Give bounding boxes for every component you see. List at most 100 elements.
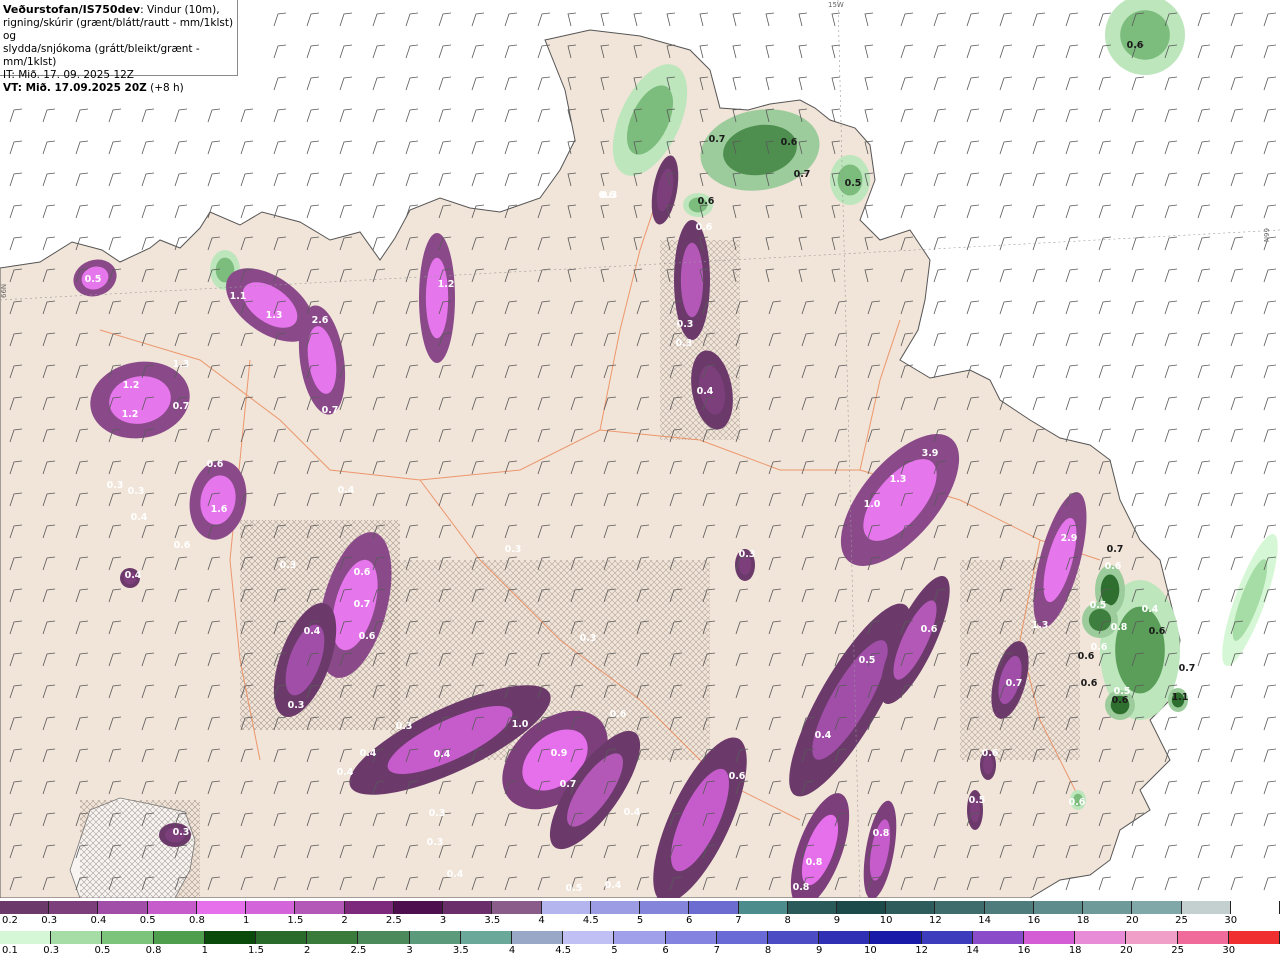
rain-precip-area: [419, 233, 455, 363]
precip-value-label: 0.6: [696, 222, 713, 233]
precip-value-label: 1.2: [123, 380, 140, 391]
precip-value-label: 1.1: [230, 291, 247, 302]
precip-value-label: 0.6: [354, 567, 371, 578]
legend_rain-swatch: [295, 901, 345, 914]
legend_rain-swatch: [492, 901, 542, 914]
legend_rain-swatch: [1132, 901, 1182, 914]
legend_rain-swatch: [886, 901, 936, 914]
legend_rain-label: 5: [636, 915, 644, 926]
map-info-box: Veðurstofan/IS750dev: Vindur (10m), rign…: [0, 0, 238, 94]
precip-value-label: 0.4: [815, 730, 832, 741]
legend_snow-swatch: [460, 931, 513, 944]
legend_snow-label: 30: [1222, 945, 1236, 956]
legend_rain-label: 8: [784, 915, 791, 926]
legend_snow-label: 8: [764, 945, 772, 956]
precip-value-label: 1.2: [438, 279, 455, 290]
legend_rain-swatch: [1230, 901, 1280, 914]
precip-value-label: 0.6: [359, 631, 376, 642]
legend_snow-label: 2: [304, 945, 311, 956]
precip-value-label: 0.5: [969, 795, 986, 806]
legend_snow-label: 18: [1068, 945, 1082, 956]
graticule-label-top: 15W: [828, 1, 844, 9]
weather-map[interactable]: 0.5 1.1 1.3 2.6 0.7 1.2 1.2 1.3 1.2 0.7 0.6 1.6 0.3 0…: [0, 0, 1280, 898]
legend_snow-label: 0.3: [43, 945, 60, 956]
legend_snow-label: 4: [508, 945, 516, 956]
precip-value-label: 0.3: [676, 338, 693, 349]
precip-value-label: 3.9: [922, 448, 939, 459]
legend_rain-swatch: [393, 901, 444, 914]
precip-value-label: 1.6: [211, 504, 228, 515]
legend_snow-swatch: [1024, 931, 1076, 944]
precip-value-label: 0.7: [1179, 663, 1196, 674]
info-line-3: slydda/snjókoma (grátt/bleikt/grænt - mm…: [3, 43, 200, 68]
precip-value-label: 0.4: [360, 748, 377, 759]
precip-value-label: 1.0: [512, 719, 529, 730]
precip-value-label: 0.3: [429, 808, 446, 819]
precip-value-label: 0.9: [551, 748, 568, 759]
legend-rain-labels: 0.2 0.3 0.4 0.5 0.8 1 1.5 2 2.5 3 3.5 4 4.5 5 6 7 8 9 10 12…: [0, 915, 1280, 929]
legend_rain-swatch: [98, 901, 148, 914]
precip-value-label: 0.4: [304, 626, 321, 637]
legend_rain-swatch: [787, 901, 837, 914]
graticule-label-right: 66N: [1262, 228, 1270, 243]
legend_rain-label: 18: [1076, 915, 1090, 926]
legend_snow-swatch: [153, 931, 205, 944]
model-title: Veðurstofan/IS750dev: [3, 3, 141, 16]
legend_rain-swatch: [49, 901, 99, 914]
precip-value-label: 0.6: [1105, 561, 1122, 572]
legend_rain-label: 30: [1224, 915, 1238, 926]
legend_snow-label: 0.5: [94, 945, 111, 956]
legend_rain-label: 3: [439, 915, 447, 926]
legend_snow-label: 0.1: [2, 945, 18, 956]
legend_snow-label: 3.5: [452, 945, 469, 956]
legend_snow-swatch: [716, 931, 769, 944]
legend_snow-swatch: [768, 931, 820, 944]
legend_rain-label: 10: [879, 915, 893, 926]
legend_snow-swatch: [972, 931, 1025, 944]
precip-value-label: 0.4: [447, 869, 464, 880]
legend_rain-swatch: [640, 901, 690, 914]
precip-value-label: 0.6: [921, 624, 938, 635]
legend_snow-swatch: [819, 931, 871, 944]
precip-value-label: 0.7: [560, 779, 577, 790]
precip-value-label: 0.8: [1111, 622, 1128, 633]
legend_snow-label: 12: [915, 945, 928, 956]
legend_snow-swatch: [307, 931, 359, 944]
legend_rain-label: 1: [242, 915, 250, 926]
legend_rain-swatch: [935, 901, 985, 914]
title-suffix: : Vindur (10m),: [140, 4, 220, 16]
precip-value-label: 0.4: [1142, 604, 1159, 615]
hatch-region-5: [80, 800, 200, 898]
legend_snow-swatch: [358, 931, 410, 944]
precip-value-label: 0.4: [434, 749, 451, 760]
legend_snow-swatch: [1075, 931, 1127, 944]
legend_rain-label: 14: [978, 915, 991, 926]
legend_snow-swatch: [0, 931, 52, 944]
legend_rain-swatch: [836, 901, 887, 914]
legend_rain-label: 2: [341, 915, 348, 926]
precip-value-label: 0.6: [1112, 695, 1129, 706]
precip-value-label: 0.3: [580, 633, 597, 644]
legend_rain-label: 2.5: [385, 915, 402, 926]
legend_snow-label: 9: [816, 945, 823, 956]
legend_rain-swatch: [541, 901, 591, 914]
precip-value-label: 0.6: [729, 771, 746, 782]
precip-value-label: 1.3: [1032, 620, 1049, 631]
precip-value-label: 0.4: [337, 767, 354, 778]
precip-value-label: 0.3: [280, 560, 297, 571]
legend_rain-swatch: [1181, 901, 1231, 914]
precip-value-label: 0.4: [131, 512, 148, 523]
legend_snow-swatch: [870, 931, 922, 944]
legend_rain-swatch: [443, 901, 493, 914]
legend-snow-labels: 0.1 0.3 0.5 0.8 1 1.5 2 2.5 3 3.5 4 4.5 5 6 7 8 9 10 12 14 1…: [0, 945, 1280, 959]
precip-value-label: 0.7: [322, 405, 339, 416]
legend_rain-swatch: [147, 901, 197, 914]
legend_rain-label: 12: [929, 915, 942, 926]
legend_snow-label: 1: [201, 945, 208, 956]
legend_rain-swatch: [590, 901, 641, 914]
precip-value-label: 0.3: [173, 827, 190, 838]
precip-value-label: 0.3: [677, 319, 694, 330]
precip-value-label: 1.2: [122, 409, 139, 420]
legend_rain-label: 9: [833, 915, 841, 926]
legend_snow-swatch: [102, 931, 154, 944]
